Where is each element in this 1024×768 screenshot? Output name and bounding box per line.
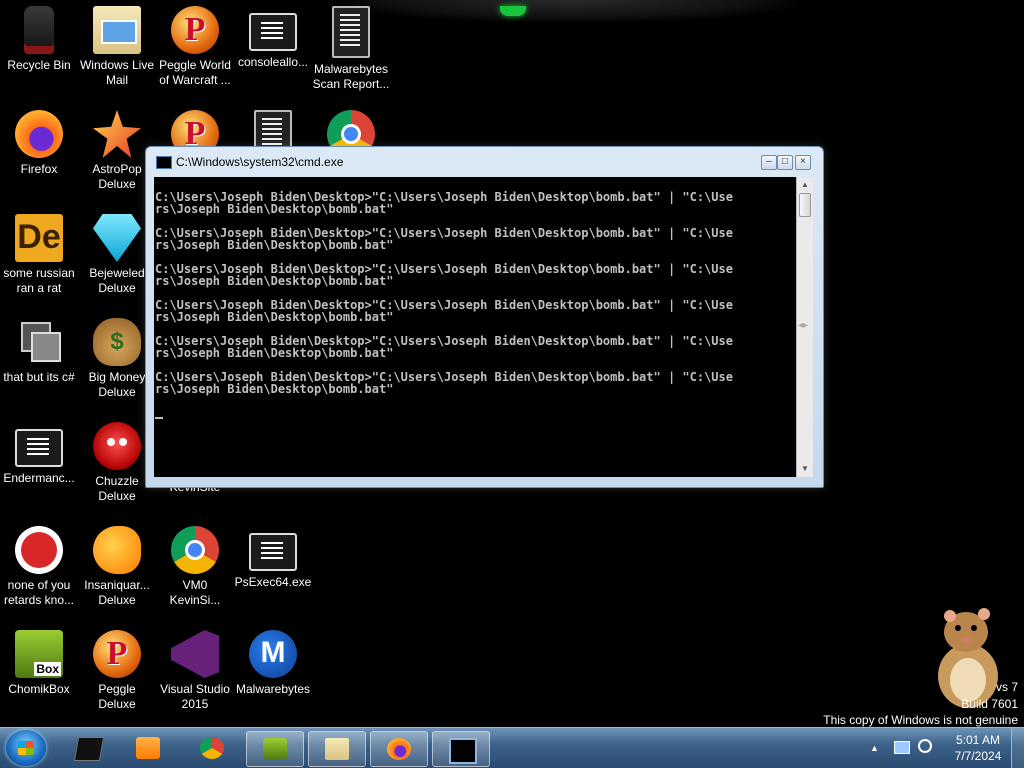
astropop-icon <box>93 110 141 158</box>
desktop-icon-endermanc[interactable]: Endermanc... <box>0 422 78 486</box>
minimize-button[interactable]: – <box>761 155 777 170</box>
desktop-icon-psexec64[interactable]: PsExec64.exe <box>234 526 312 590</box>
desktop-icon-some-russian[interactable]: some russian ran a rat <box>0 214 78 296</box>
start-button[interactable] <box>6 730 46 766</box>
green-glow-icon <box>500 6 526 16</box>
mail-icon <box>93 6 141 54</box>
volume-icon[interactable] <box>918 739 932 753</box>
desktop-icon-label: PsExec64.exe <box>234 575 312 589</box>
desktop-icon-label: that but its c# <box>3 370 75 384</box>
shark-icon <box>15 526 63 574</box>
desktop-icon-label: Peggle Deluxe <box>98 682 136 711</box>
watermark-os-name: vs 7 <box>995 680 1018 694</box>
desktop-icon-peggle-deluxe[interactable]: Peggle Deluxe <box>78 630 156 712</box>
media-player-icon <box>136 737 160 759</box>
desktop-top-decoration <box>340 0 800 22</box>
taskbar-item-media-player[interactable] <box>120 731 176 765</box>
fish-icon <box>93 526 141 574</box>
desktop-icon-malwarebytes-report[interactable]: Malwarebytes Scan Report... <box>312 6 390 92</box>
desktop-icon-that-but-its-c[interactable]: that but its c# <box>0 318 78 385</box>
desktop-icon-label: Malwarebytes Scan Report... <box>312 62 390 91</box>
taskbar-item-windows-live-mail[interactable] <box>308 731 366 767</box>
cmd-window[interactable]: C:\Windows\system32\cmd.exe – □ × C:\Use… <box>145 146 824 488</box>
taskbar-item-console[interactable] <box>60 731 116 765</box>
resize-cursor-icon: ◂▸ <box>798 320 809 331</box>
chuzzle-icon <box>93 422 141 470</box>
visual-studio-icon <box>171 630 219 678</box>
desktop-icon-label: Windows Live Mail <box>79 58 155 87</box>
cmd-icon <box>156 156 172 169</box>
desktop-icon-insaniquarium[interactable]: Insaniquar... Deluxe <box>78 526 156 608</box>
scroll-thumb[interactable] <box>799 193 811 217</box>
show-desktop-button[interactable] <box>1011 728 1024 768</box>
watermark-not-genuine: This copy of Windows is not genuine <box>823 713 1018 727</box>
desktop-icon-windows-live-mail[interactable]: Windows Live Mail <box>78 6 156 88</box>
cmd-icon <box>449 738 477 764</box>
desktop-icon-label: Recycle Bin <box>7 58 71 72</box>
copy-window-icon <box>15 318 63 366</box>
text-cursor <box>155 417 163 419</box>
taskbar-item-cmd[interactable] <box>432 731 490 767</box>
system-tray: ▲ 5:01 AM 7/7/2024 <box>864 728 1024 768</box>
show-hidden-icons-icon[interactable]: ▲ <box>870 743 879 753</box>
console-icon <box>73 737 105 761</box>
close-button[interactable]: × <box>795 155 811 170</box>
desktop-icon-label: Firefox <box>20 162 58 176</box>
peggle-icon <box>93 630 141 678</box>
desktop-icon-label: ChomikBox <box>8 682 70 696</box>
desktop-icon-chomikbox[interactable]: ChomikBox <box>0 630 78 697</box>
desktop-icon-consoleallo[interactable]: consoleallo... <box>234 6 312 70</box>
network-icon[interactable] <box>894 741 910 754</box>
dreamweaver-icon <box>15 214 63 262</box>
scroll-down-arrow-icon[interactable]: ▼ <box>797 461 813 477</box>
desktop-icon-visual-studio[interactable]: Visual Studio 2015 <box>156 630 234 712</box>
clock-date: 7/7/2024 <box>954 749 1002 763</box>
desktop-icon-none-of-you[interactable]: none of you retards kno... <box>0 526 78 608</box>
chrome-icon <box>171 526 219 574</box>
console-icon <box>249 13 297 51</box>
desktop-icon-label: Insaniquar... Deluxe <box>84 578 150 607</box>
taskbar-item-firefox[interactable] <box>370 731 428 767</box>
clock-time: 5:01 AM <box>955 733 1001 747</box>
scroll-up-arrow-icon[interactable]: ▲ <box>797 177 813 193</box>
mail-icon <box>325 738 349 760</box>
desktop-icon-label: none of you retards kno... <box>3 578 75 607</box>
money-bag-icon <box>93 318 141 366</box>
chrome-icon <box>200 737 224 759</box>
console-icon <box>249 533 297 571</box>
chomikbox-icon <box>15 630 63 678</box>
firefox-icon <box>387 738 411 760</box>
desktop-icon-vm0-kevinsite[interactable]: VM0 KevinSi... <box>156 526 234 608</box>
console-icon <box>15 429 63 467</box>
chomikbox-icon <box>263 738 287 760</box>
malwarebytes-icon <box>249 630 297 678</box>
clock[interactable]: 5:01 AM 7/7/2024 <box>938 732 1018 764</box>
maximize-button[interactable]: □ <box>777 155 793 170</box>
desktop-icon-label: Endermanc... <box>3 471 75 485</box>
taskbar-item-chrome[interactable] <box>184 731 240 765</box>
window-titlebar[interactable]: C:\Windows\system32\cmd.exe – □ × <box>146 147 823 175</box>
console-output-area[interactable]: C:\Users\Joseph Biden\Desktop>"C:\Users\… <box>154 177 797 477</box>
recycle-bin-icon <box>24 6 54 54</box>
desktop-icon-recycle-bin[interactable]: Recycle Bin <box>0 6 78 73</box>
desktop-icon-label: Malwarebytes <box>235 682 311 696</box>
desktop-icon-label: Visual Studio 2015 <box>160 682 230 711</box>
console-output: C:\Users\Joseph Biden\Desktop>"C:\Users\… <box>155 190 733 396</box>
desktop-icon-malwarebytes[interactable]: Malwarebytes <box>234 630 312 697</box>
firefox-icon <box>15 110 63 158</box>
text-document-icon <box>332 6 370 58</box>
desktop-icon-label: Peggle World of Warcraft ... <box>159 58 231 87</box>
desktop-icon-firefox[interactable]: Firefox <box>0 110 78 177</box>
gem-icon <box>93 214 141 262</box>
desktop-icon-label: VM0 KevinSi... <box>169 578 221 607</box>
taskbar: ▲ 5:01 AM 7/7/2024 <box>0 727 1024 768</box>
peggle-icon <box>171 6 219 54</box>
desktop-icon-label: consoleallo... <box>237 55 309 69</box>
taskbar-item-chomikbox[interactable] <box>246 731 304 767</box>
window-title: C:\Windows\system32\cmd.exe <box>176 155 344 169</box>
desktop-icon-peggle-wow[interactable]: Peggle World of Warcraft ... <box>156 6 234 88</box>
watermark-build: Build 7601 <box>961 697 1018 711</box>
desktop-icon-label: some russian ran a rat <box>3 266 75 295</box>
